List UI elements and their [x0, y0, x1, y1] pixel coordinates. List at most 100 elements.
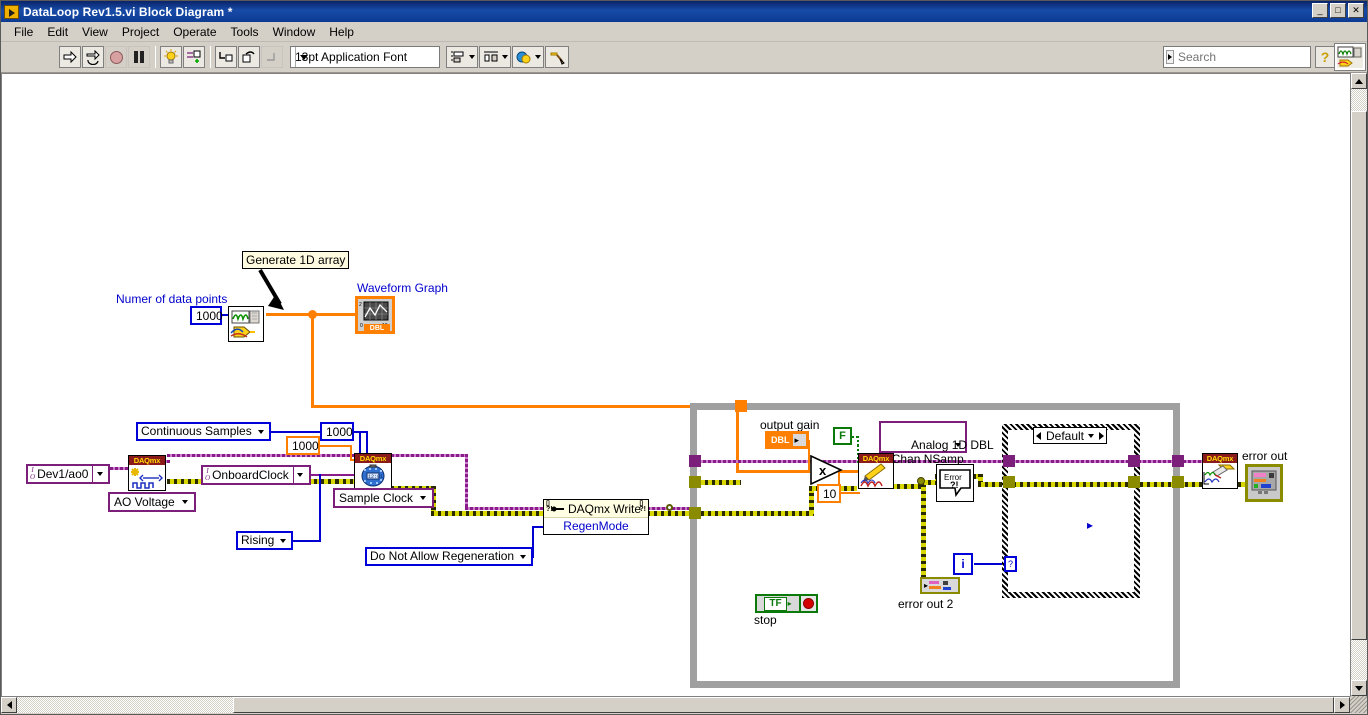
distribute-objects-combo[interactable] — [479, 46, 511, 68]
resize-grip[interactable] — [1350, 696, 1367, 713]
case-prev-arrow-icon[interactable] — [1036, 431, 1041, 440]
menu-window[interactable]: Window — [266, 23, 323, 41]
loop-tunnel-task-out[interactable] — [1172, 455, 1184, 467]
scroll-right-button[interactable] — [1334, 697, 1350, 713]
continuous-samples-constant[interactable]: Continuous Samples — [136, 422, 271, 441]
context-help-button[interactable]: ? — [1315, 46, 1335, 68]
stop-boolean-terminal[interactable]: TF ▸ — [755, 594, 801, 613]
vi-icon-pane[interactable] — [1334, 43, 1366, 71]
loop-tunnel-data-in[interactable] — [735, 400, 747, 412]
horizontal-scroll-track[interactable] — [17, 697, 233, 713]
menu-project[interactable]: Project — [115, 23, 166, 41]
case-selector-label[interactable]: Default — [1033, 427, 1107, 444]
text-align-combo[interactable] — [446, 46, 478, 68]
minimize-icon: _ — [1317, 5, 1323, 15]
close-button[interactable]: ✕ — [1348, 3, 1364, 18]
vertical-scroll-thumb[interactable] — [1351, 111, 1367, 640]
error-out-2-terminal[interactable]: ▸ — [920, 577, 960, 594]
vertical-scroll-track-lower[interactable] — [1351, 640, 1367, 680]
clean-up-diagram-button[interactable] — [545, 46, 569, 68]
wire-junction-dot — [308, 310, 317, 319]
retain-wire-values-icon — [187, 50, 201, 63]
generate-1d-array-subvi[interactable] — [228, 306, 264, 342]
gain-constant[interactable]: 10 — [817, 484, 841, 503]
daqmx-write-vi[interactable]: DAQmx — [858, 453, 894, 489]
ao-voltage-constant[interactable]: AO Voltage — [108, 492, 196, 512]
loop-tunnel-error-in[interactable] — [689, 476, 701, 488]
regeneration-mode-value: Do Not Allow Regeneration — [370, 549, 515, 563]
multiply-function[interactable]: x — [810, 455, 844, 485]
error-out-terminal[interactable] — [1245, 464, 1283, 502]
autostart-false-constant[interactable]: F — [833, 427, 852, 445]
daqmx-timing-vi[interactable]: DAQmx 12:01 — [354, 453, 392, 489]
align-objects-icon — [451, 51, 464, 63]
iteration-terminal[interactable]: i — [953, 553, 973, 575]
case-tunnel-task-out[interactable] — [1128, 455, 1140, 467]
menu-operate[interactable]: Operate — [166, 23, 223, 41]
run-continuously-button[interactable] — [82, 46, 104, 68]
scroll-left-button[interactable] — [1, 697, 17, 713]
vertical-scroll-track[interactable] — [1351, 89, 1367, 111]
menu-bar: File Edit View Project Operate Tools Win… — [1, 22, 1367, 42]
polymorphic-instance-selector[interactable]: Analog 1D DBL 1Chan NSamp — [879, 421, 994, 466]
samples-per-channel-constant[interactable]: 1000 — [286, 436, 320, 455]
reorder-combo[interactable] — [512, 46, 544, 68]
case-selector-terminal[interactable]: ? — [1004, 556, 1017, 572]
num-points-constant[interactable]: 1000 — [190, 306, 223, 325]
sample-clock-constant[interactable]: Sample Clock — [333, 488, 435, 508]
font-selector[interactable]: 13pt Application Font — [290, 46, 440, 68]
menu-view[interactable]: View — [75, 23, 115, 41]
onboard-clock-constant[interactable]: IO OnboardClock — [201, 465, 311, 485]
case-structure[interactable] — [1002, 424, 1140, 598]
scroll-down-button[interactable] — [1351, 680, 1367, 696]
onboard-clock-dropdown[interactable] — [292, 467, 307, 483]
daqmx-create-channel-vi[interactable]: DAQmx — [128, 455, 166, 491]
step-over-button[interactable] — [238, 46, 260, 68]
output-gain-terminal[interactable]: DBL ▸ — [765, 431, 809, 449]
case-next-arrow-icon[interactable] — [1099, 431, 1104, 440]
case-tunnel-task-in[interactable] — [1003, 455, 1015, 467]
daqmx-write-property-row[interactable]: ▸ RegenMode — [544, 517, 1093, 534]
pause-button[interactable] — [128, 46, 150, 68]
daqmx-create-body — [129, 465, 165, 490]
retain-wire-values-button[interactable] — [183, 46, 205, 68]
scroll-up-button[interactable] — [1351, 73, 1367, 89]
rate-constant[interactable]: 1000 — [320, 422, 354, 441]
maximize-button[interactable]: □ — [1330, 3, 1346, 18]
waveform-generator-icon — [229, 307, 263, 341]
physical-channel-dropdown[interactable] — [92, 466, 106, 482]
search-input[interactable] — [1174, 49, 1335, 65]
daqmx-write-property-node[interactable]: ▯?! ▯?! DAQmx Write ▸ RegenMode — [543, 499, 1093, 535]
run-button[interactable] — [59, 46, 81, 68]
polymorphic-dropdown-arrow[interactable] — [955, 443, 961, 447]
abort-execution-button[interactable] — [105, 46, 127, 68]
menu-file[interactable]: File — [7, 23, 40, 41]
regeneration-mode-constant[interactable]: Do Not Allow Regeneration — [365, 547, 534, 566]
loop-tunnel-task-in[interactable] — [689, 455, 701, 467]
simple-error-handler-vi[interactable]: Error ?! — [936, 464, 974, 502]
case-tunnel-error-in[interactable] — [1003, 476, 1015, 488]
vertical-scrollbar[interactable] — [1350, 73, 1367, 696]
rising-edge-constant[interactable]: Rising — [236, 531, 294, 550]
step-out-button[interactable] — [261, 46, 283, 68]
menu-tools[interactable]: Tools — [224, 23, 266, 41]
horizontal-scrollbar[interactable] — [1, 696, 1350, 713]
highlight-execution-button[interactable] — [160, 46, 182, 68]
search-box[interactable] — [1163, 46, 1335, 68]
minimize-button[interactable]: _ — [1312, 3, 1328, 18]
create-channel-icon — [131, 468, 163, 489]
menu-edit[interactable]: Edit — [40, 23, 75, 41]
loop-conditional-terminal[interactable] — [799, 594, 818, 613]
waveform-graph-terminal[interactable]: 2 0 10 DBL — [355, 296, 395, 334]
menu-help[interactable]: Help — [322, 23, 361, 41]
case-dropdown-arrow-icon[interactable] — [1088, 433, 1094, 438]
block-diagram-canvas[interactable]: Numer of data points 1000 Generate 1D ar… — [1, 73, 1350, 696]
physical-channel-constant[interactable]: IO Dev1/ao0 — [26, 464, 111, 484]
step-into-button[interactable] — [215, 46, 237, 68]
daqmx-clear-task-vi[interactable]: DAQmx — [1202, 453, 1238, 489]
search-scope-button[interactable] — [1166, 50, 1174, 64]
loop-tunnel-error-shift[interactable] — [689, 507, 701, 519]
horizontal-scroll-thumb[interactable] — [233, 697, 1334, 713]
loop-tunnel-error-out[interactable] — [1172, 476, 1184, 488]
case-tunnel-error-out[interactable] — [1128, 476, 1140, 488]
